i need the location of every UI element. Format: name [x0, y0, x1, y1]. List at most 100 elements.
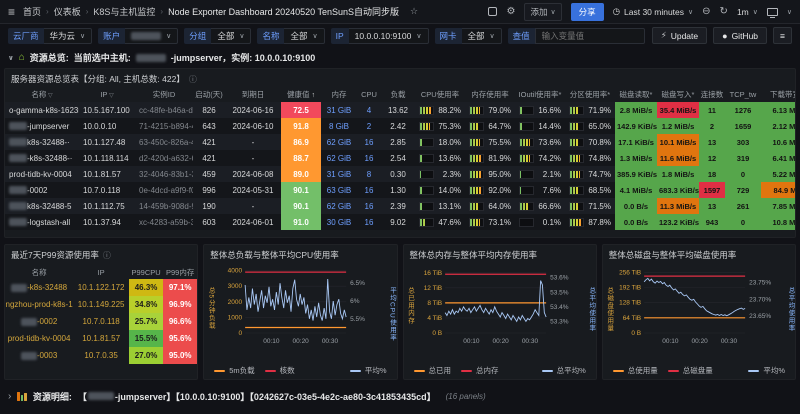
- column-header[interactable]: 连接数: [699, 87, 725, 102]
- variable-select[interactable]: 全部∨: [462, 28, 502, 44]
- legend-item[interactable]: 核数: [265, 365, 295, 376]
- panel-title[interactable]: 服务器资源总览表【分组: All, 主机总数: 422】 ⓘ: [5, 69, 795, 87]
- row-header-detail[interactable]: › 资源明细: 【-jumpserver】【10.0.0.10:9100】【02…: [4, 387, 796, 405]
- variable-select[interactable]: 全部∨: [284, 28, 324, 44]
- variable-select[interactable]: 全部∨: [211, 28, 251, 44]
- column-header[interactable]: 分区使用率*: [565, 87, 615, 102]
- column-header[interactable]: 名称 ▽: [5, 87, 79, 102]
- host-name[interactable]: -jumpserver: [27, 122, 69, 131]
- column-header[interactable]: P99内存: [163, 265, 197, 279]
- favorite-star-icon[interactable]: ☆: [410, 6, 418, 17]
- variable-select[interactable]: ∨: [125, 28, 178, 44]
- panel-title[interactable]: 整体总磁盘与整体平均磁盘使用率: [603, 245, 795, 263]
- column-header[interactable]: IP ▽: [79, 87, 135, 102]
- refresh-interval-picker[interactable]: 1m∨: [737, 7, 758, 17]
- column-header[interactable]: 负载: [381, 87, 415, 102]
- settings-gear-icon[interactable]: ⚙: [506, 7, 515, 17]
- cell-link[interactable]: 30 GiB: [321, 214, 357, 230]
- panel-add-icon[interactable]: [488, 7, 497, 16]
- cell-link[interactable]: 62 GiB: [321, 150, 357, 166]
- host-name[interactable]: k8s-32488-·: [27, 138, 70, 147]
- kiosk-menu-button[interactable]: ≡: [773, 27, 792, 44]
- breadcrumb-home[interactable]: 首页: [23, 5, 41, 18]
- host-name[interactable]: o-gamma-k8s-16235·: [9, 106, 79, 115]
- cell-link[interactable]: 8 GiB: [321, 118, 357, 134]
- cell-link[interactable]: 62 GiB: [321, 198, 357, 214]
- refresh-icon[interactable]: ↻: [720, 7, 728, 17]
- filter-icon[interactable]: ▽: [46, 93, 52, 99]
- cell-link[interactable]: 2: [357, 118, 381, 134]
- legend-item[interactable]: 平均%: [350, 365, 387, 376]
- breadcrumb-dashboard-title[interactable]: Node Exporter Dashboard 20240520 TenSunS…: [168, 5, 399, 18]
- column-header[interactable]: TCP_tw: [725, 87, 761, 102]
- column-header[interactable]: 到期日: [225, 87, 281, 102]
- time-range-picker[interactable]: ◷Last 30 minutes∨: [613, 6, 694, 17]
- cell-link[interactable]: 16: [357, 134, 381, 150]
- cell-link[interactable]: 8: [357, 166, 381, 182]
- variable-select[interactable]: 10.0.0.10:9100∨: [349, 28, 429, 44]
- panel-title[interactable]: 最近7天P99资源使用率 ⓘ: [5, 245, 197, 263]
- legend-item[interactable]: 5m负载: [214, 365, 254, 376]
- cell-link[interactable]: 16: [357, 182, 381, 198]
- menu-icon[interactable]: ≡: [8, 5, 15, 19]
- column-header[interactable]: 内存使用率: [465, 87, 515, 102]
- column-header[interactable]: 启动(天): [193, 87, 225, 102]
- tv-mode-icon[interactable]: [767, 8, 778, 16]
- column-header[interactable]: IOutil使用率*: [515, 87, 565, 102]
- legend-item[interactable]: 平均%: [748, 365, 785, 376]
- legend-item[interactable]: 总磁盘量: [668, 365, 713, 376]
- panel-title[interactable]: 整体总内存与整体平均内存使用率: [404, 245, 596, 263]
- variable-value-input[interactable]: [535, 28, 645, 44]
- filter-icon[interactable]: ▽: [107, 93, 113, 99]
- cell-ip[interactable]: 10.1.122.172: [73, 279, 129, 296]
- zoom-out-icon[interactable]: ⊖: [702, 7, 710, 17]
- share-button[interactable]: 分享: [571, 3, 604, 21]
- column-header[interactable]: 内存: [321, 87, 357, 102]
- column-header[interactable]: 下载带宽: [761, 87, 795, 102]
- sort-asc-icon[interactable]: ↑: [310, 92, 315, 99]
- cell-link[interactable]: 16: [357, 150, 381, 166]
- cell-name[interactable]: -0003: [5, 347, 73, 364]
- update-button[interactable]: ⚡Update: [652, 27, 707, 44]
- cell-name[interactable]: ngzhou-prod-k8s-1: [5, 296, 73, 313]
- add-dropdown[interactable]: 添加∨: [524, 3, 561, 21]
- breadcrumb-dashboards[interactable]: 仪表板: [54, 5, 81, 18]
- cell-ip[interactable]: 10.7.0.118: [73, 313, 129, 330]
- collapse-nav-icon[interactable]: ∨: [787, 8, 792, 16]
- cell-ip[interactable]: 10.1.149.225: [73, 296, 129, 313]
- cell-link[interactable]: 31 GiB: [321, 166, 357, 182]
- info-icon[interactable]: ⓘ: [103, 250, 111, 261]
- legend-item[interactable]: 总使用量: [613, 365, 658, 376]
- breadcrumb-folder[interactable]: K8S与主机监控: [93, 5, 155, 18]
- host-name[interactable]: k8s-32488-5: [27, 202, 71, 211]
- cell-link[interactable]: 63 GiB: [321, 182, 357, 198]
- cell-link[interactable]: 16: [357, 198, 381, 214]
- column-header[interactable]: 实例ID: [135, 87, 193, 102]
- cell-link[interactable]: 16: [357, 214, 381, 230]
- host-name[interactable]: -0002: [27, 186, 47, 195]
- legend-item[interactable]: 总已用: [414, 365, 452, 376]
- cell-ip[interactable]: 10.7.0.35: [73, 347, 129, 364]
- cell-link[interactable]: 62 GiB: [321, 134, 357, 150]
- cell-name[interactable]: -0002: [5, 313, 73, 330]
- host-name[interactable]: -logstash-all: [27, 218, 70, 227]
- github-button[interactable]: ●GitHub: [713, 27, 767, 44]
- cell-name[interactable]: -k8s-32488: [5, 279, 73, 296]
- host-name[interactable]: prod-tidb-kv-0004: [9, 170, 72, 179]
- cell-ip[interactable]: 10.1.81.57: [73, 330, 129, 347]
- panel-title[interactable]: 整体总负载与整体平均CPU使用率: [204, 245, 396, 263]
- info-icon[interactable]: ⓘ: [189, 74, 197, 85]
- column-header[interactable]: CPU使用率: [415, 87, 465, 102]
- legend-item[interactable]: 总内存: [461, 365, 499, 376]
- column-header[interactable]: 磁盘写入*: [657, 87, 699, 102]
- variable-select[interactable]: 华为云∨: [44, 28, 93, 44]
- cell-link[interactable]: 31 GiB: [321, 102, 357, 118]
- column-header[interactable]: 名称: [5, 265, 73, 279]
- legend-item[interactable]: 总平均%: [542, 365, 586, 376]
- cell-name[interactable]: prod-tidb-kv-0004: [5, 330, 73, 347]
- row-header-overview[interactable]: ∨ ⌂ 资源总览: 当前选中主机: -jumpserver，实例: 10.0.0…: [0, 49, 800, 66]
- host-name[interactable]: -k8s-32488-·: [27, 154, 72, 163]
- column-header[interactable]: IP: [73, 265, 129, 279]
- column-header[interactable]: CPU: [357, 87, 381, 102]
- cell-link[interactable]: 4: [357, 102, 381, 118]
